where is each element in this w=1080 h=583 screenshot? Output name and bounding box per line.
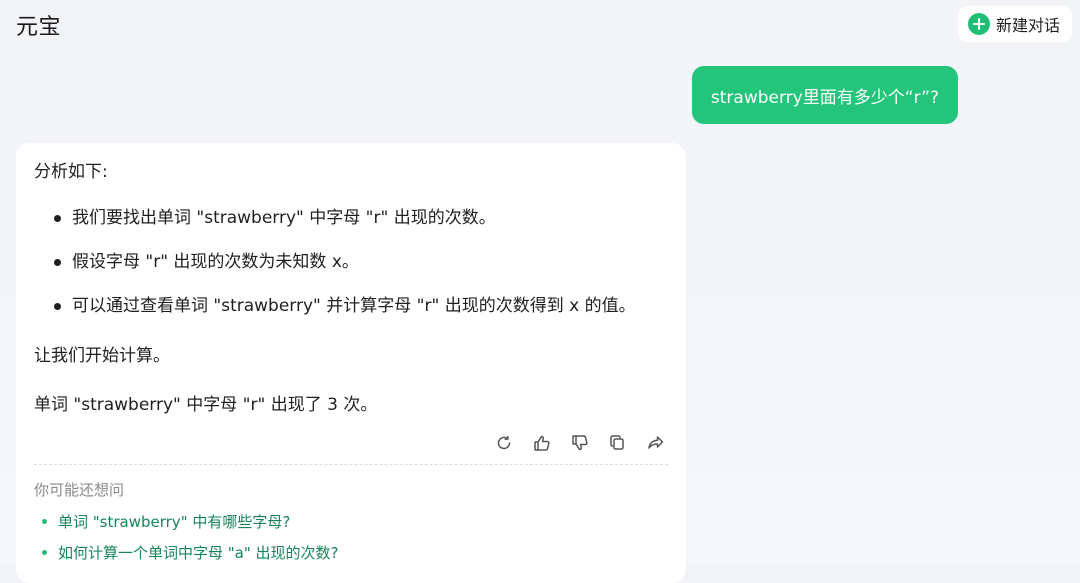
suggestion-text: 单词 "strawberry" 中有哪些字母? xyxy=(58,513,291,531)
suggestion-text: 如何计算一个单词中字母 "a" 出现的次数? xyxy=(58,544,339,562)
suggestions-list: 单词 "strawberry" 中有哪些字母? 如何计算一个单词中字母 "a" … xyxy=(40,511,339,573)
answer-bullet-text: 我们要找出单词 "strawberry" 中字母 "r" 出现的次数。 xyxy=(72,208,496,228)
user-message-bubble: strawberry里面有多少个“r”? xyxy=(692,66,958,124)
suggestion-dot xyxy=(42,519,47,524)
thumbs-up-icon[interactable] xyxy=(530,431,554,455)
divider xyxy=(34,464,668,465)
suggestions-title: 你可能还想问 xyxy=(34,481,125,499)
answer-bullet-text: 假设字母 "r" 出现的次数为未知数 x。 xyxy=(72,252,359,272)
refresh-icon[interactable] xyxy=(492,431,516,455)
suggestion-dot xyxy=(42,550,47,555)
answer-line-start: 让我们开始计算。 xyxy=(34,346,170,366)
answer-intro: 分析如下: xyxy=(34,162,108,182)
answer-bullets: 我们要找出单词 "strawberry" 中字母 "r" 出现的次数。 假设字母… xyxy=(34,205,636,337)
bullet-dot xyxy=(54,303,61,310)
new-chat-button[interactable]: 新建对话 xyxy=(957,6,1072,42)
plus-icon xyxy=(967,13,990,35)
answer-bullet: 可以通过查看单词 "strawberry" 并计算字母 "r" 出现的次数得到 … xyxy=(34,293,636,319)
answer-card: 分析如下: 我们要找出单词 "strawberry" 中字母 "r" 出现的次数… xyxy=(16,143,686,583)
share-icon[interactable] xyxy=(644,431,668,455)
copy-icon[interactable] xyxy=(606,431,630,455)
app-title: 元宝 xyxy=(16,15,62,40)
suggestion-item[interactable]: 单词 "strawberry" 中有哪些字母? xyxy=(40,511,339,533)
answer-bullet: 假设字母 "r" 出现的次数为未知数 x。 xyxy=(34,249,636,275)
answer-result: 单词 "strawberry" 中字母 "r" 出现了 3 次。 xyxy=(34,395,378,415)
user-message-text: strawberry里面有多少个“r”? xyxy=(710,87,940,108)
message-actions xyxy=(492,431,668,455)
bullet-dot xyxy=(54,259,61,266)
answer-bullet: 我们要找出单词 "strawberry" 中字母 "r" 出现的次数。 xyxy=(34,205,636,231)
new-chat-label: 新建对话 xyxy=(995,16,1060,35)
bullet-dot xyxy=(54,215,61,222)
answer-bullet-text: 可以通过查看单词 "strawberry" 并计算字母 "r" 出现的次数得到 … xyxy=(72,296,636,316)
thumbs-down-icon[interactable] xyxy=(568,431,592,455)
suggestion-item[interactable]: 如何计算一个单词中字母 "a" 出现的次数? xyxy=(40,542,339,564)
